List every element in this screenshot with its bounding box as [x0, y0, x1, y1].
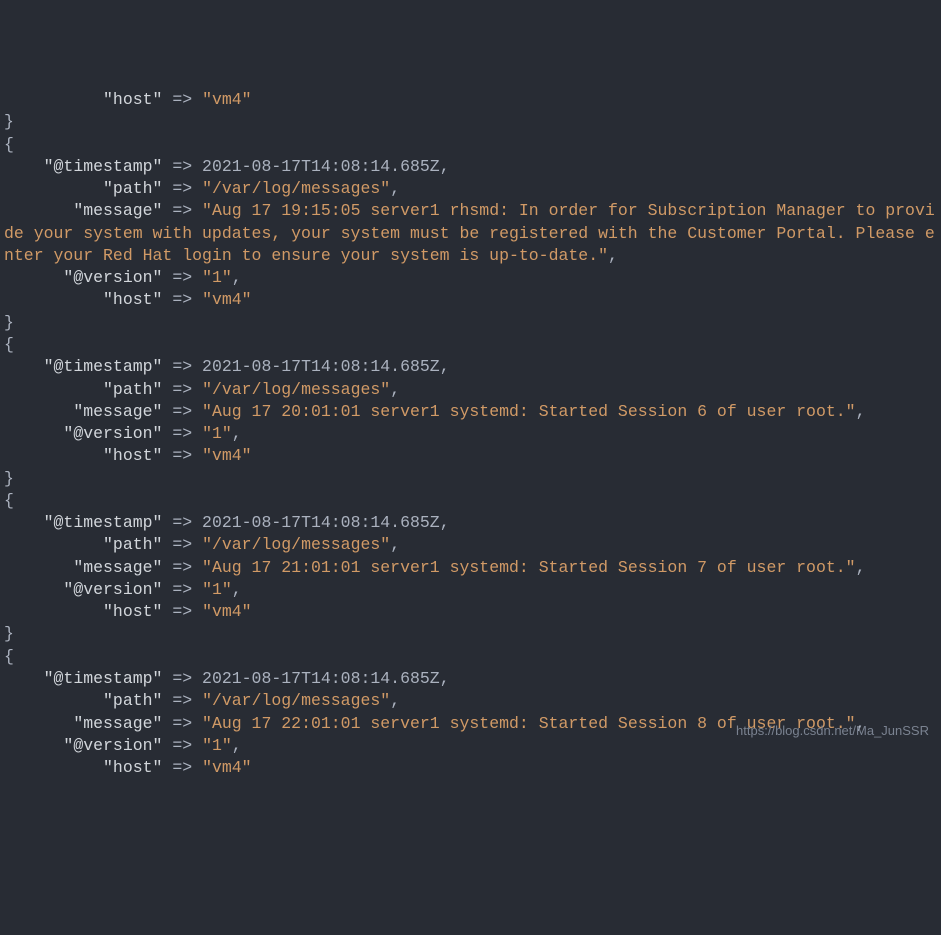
trailing-comma: , — [390, 535, 400, 554]
log-field-key: "@timestamp" — [44, 669, 163, 688]
log-field-key: "path" — [103, 535, 162, 554]
arrow-symbol: => — [162, 535, 202, 554]
log-field-value: "/var/log/messages" — [202, 179, 390, 198]
log-field-key: "@timestamp" — [44, 513, 163, 532]
log-field-key: "message" — [73, 714, 162, 733]
arrow-symbol: => — [162, 602, 202, 621]
log-field-value: "Aug 17 21:01:01 server1 systemd: Starte… — [202, 558, 856, 577]
log-field-value: "1" — [202, 424, 232, 443]
close-brace: } — [4, 469, 14, 488]
watermark-text: https://blog.csdn.net/Ma_JunSSR — [736, 722, 929, 740]
log-field-key: "@version" — [63, 580, 162, 599]
log-field-value: "vm4" — [202, 290, 252, 309]
close-brace: } — [4, 624, 14, 643]
log-field-key: "@timestamp" — [44, 357, 163, 376]
trailing-comma: , — [232, 736, 242, 755]
arrow-symbol: => — [162, 201, 202, 220]
arrow-symbol: => — [162, 758, 202, 777]
close-brace: } — [4, 112, 14, 131]
log-field-key: "@version" — [63, 736, 162, 755]
open-brace: { — [4, 491, 14, 510]
trailing-comma: , — [390, 179, 400, 198]
arrow-symbol: => — [162, 513, 202, 532]
log-field-value: 2021-08-17T14:08:14.685Z — [202, 357, 440, 376]
arrow-symbol: => — [162, 90, 202, 109]
trailing-comma: , — [232, 424, 242, 443]
trailing-comma: , — [390, 691, 400, 710]
arrow-symbol: => — [162, 380, 202, 399]
log-field-value: "vm4" — [202, 446, 252, 465]
log-field-key: "message" — [73, 201, 162, 220]
log-field-key: "host" — [103, 90, 162, 109]
arrow-symbol: => — [162, 736, 202, 755]
trailing-comma: , — [440, 357, 450, 376]
arrow-symbol: => — [162, 402, 202, 421]
arrow-symbol: => — [162, 669, 202, 688]
arrow-symbol: => — [162, 424, 202, 443]
log-field-value: "vm4" — [202, 758, 252, 777]
log-field-key: "host" — [103, 446, 162, 465]
trailing-comma: , — [232, 580, 242, 599]
trailing-comma: , — [856, 402, 866, 421]
trailing-comma: , — [440, 157, 450, 176]
trailing-comma: , — [440, 513, 450, 532]
log-field-key: "@timestamp" — [44, 157, 163, 176]
open-brace: { — [4, 335, 14, 354]
arrow-symbol: => — [162, 691, 202, 710]
log-field-value: "/var/log/messages" — [202, 691, 390, 710]
arrow-symbol: => — [162, 157, 202, 176]
arrow-symbol: => — [162, 714, 202, 733]
log-field-key: "message" — [73, 402, 162, 421]
log-field-key: "@version" — [63, 424, 162, 443]
log-field-value: "1" — [202, 268, 232, 287]
open-brace: { — [4, 647, 14, 666]
log-field-key: "path" — [103, 179, 162, 198]
arrow-symbol: => — [162, 357, 202, 376]
log-field-value: "1" — [202, 580, 232, 599]
log-field-value: 2021-08-17T14:08:14.685Z — [202, 157, 440, 176]
trailing-comma: , — [232, 268, 242, 287]
log-field-value: 2021-08-17T14:08:14.685Z — [202, 513, 440, 532]
log-field-key: "path" — [103, 380, 162, 399]
log-field-key: "@version" — [63, 268, 162, 287]
log-field-value: "/var/log/messages" — [202, 380, 390, 399]
terminal-output: "host" => "vm4" } { "@timestamp" => 2021… — [4, 89, 937, 779]
log-field-key: "host" — [103, 602, 162, 621]
log-field-key: "host" — [103, 758, 162, 777]
close-brace: } — [4, 313, 14, 332]
log-field-key: "path" — [103, 691, 162, 710]
trailing-comma: , — [856, 558, 866, 577]
open-brace: { — [4, 135, 14, 154]
log-field-value: "Aug 17 20:01:01 server1 systemd: Starte… — [202, 402, 856, 421]
trailing-comma: , — [440, 669, 450, 688]
log-field-value: 2021-08-17T14:08:14.685Z — [202, 669, 440, 688]
arrow-symbol: => — [162, 290, 202, 309]
arrow-symbol: => — [162, 558, 202, 577]
log-field-value: "1" — [202, 736, 232, 755]
log-field-value: "vm4" — [202, 602, 252, 621]
trailing-comma: , — [608, 246, 618, 265]
arrow-symbol: => — [162, 268, 202, 287]
log-field-key: "message" — [73, 558, 162, 577]
arrow-symbol: => — [162, 446, 202, 465]
log-field-value: "/var/log/messages" — [202, 535, 390, 554]
trailing-comma: , — [390, 380, 400, 399]
log-field-key: "host" — [103, 290, 162, 309]
log-field-value: "vm4" — [202, 90, 252, 109]
arrow-symbol: => — [162, 179, 202, 198]
arrow-symbol: => — [162, 580, 202, 599]
